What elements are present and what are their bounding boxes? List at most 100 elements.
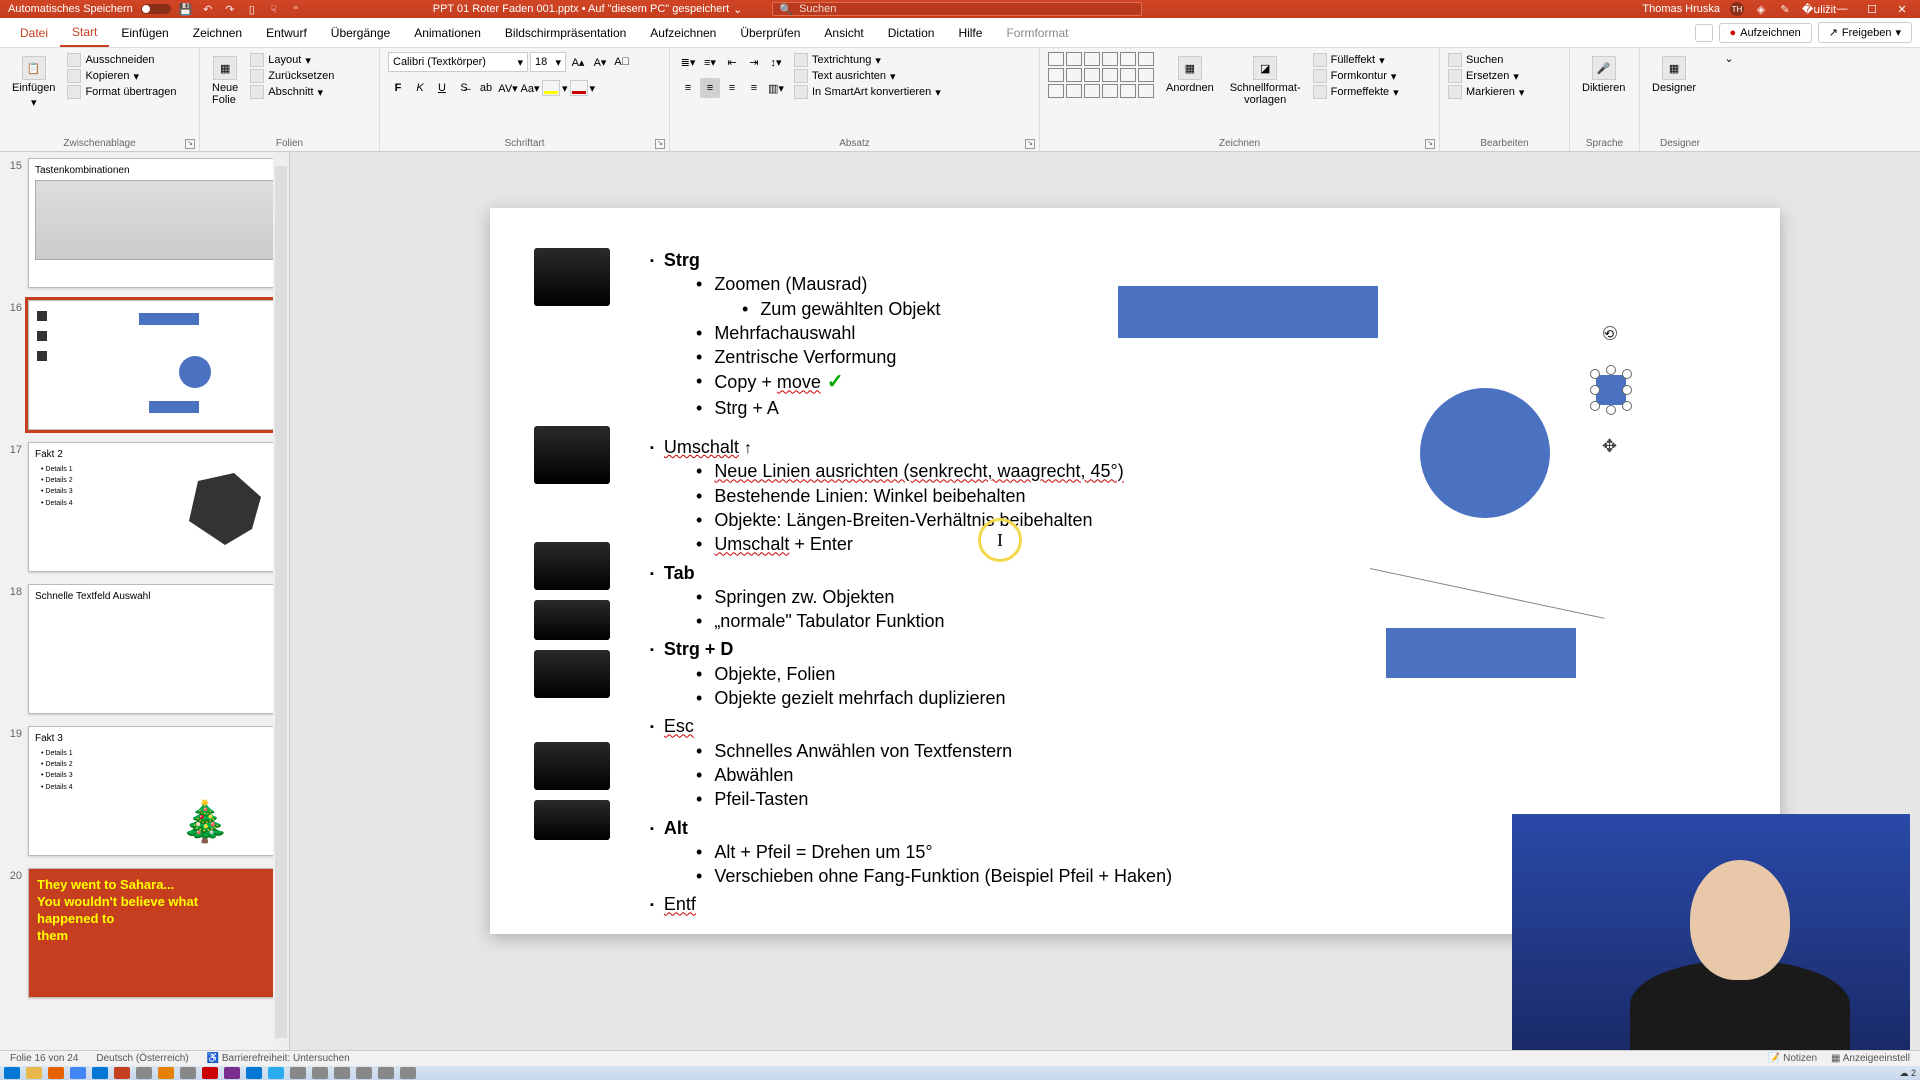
align-center-button[interactable]: ≡ <box>700 78 720 98</box>
align-right-button[interactable]: ≡ <box>722 78 742 98</box>
taskbar-app-icon[interactable] <box>400 1067 416 1079</box>
select-button[interactable]: Markieren▾ <box>1448 84 1524 100</box>
tab-entwurf[interactable]: Entwurf <box>254 20 319 46</box>
thumb-slide-20[interactable]: They went to Sahara...You wouldn't belie… <box>28 868 281 998</box>
quickstyles-button[interactable]: ◪Schnellformat- vorlagen <box>1226 52 1305 110</box>
pen-icon[interactable]: ✎ <box>1778 2 1792 16</box>
thumb-slide-15[interactable]: Tastenkombinationen <box>28 158 281 288</box>
taskbar-app-icon[interactable] <box>356 1067 372 1079</box>
align-text-button[interactable]: Text ausrichten▾ <box>794 68 941 84</box>
thumb-slide-16[interactable] <box>28 300 281 430</box>
increase-font-icon[interactable]: A▴ <box>568 52 588 72</box>
format-painter-button[interactable]: Format übertragen <box>67 84 176 100</box>
resize-handle[interactable] <box>1622 385 1632 395</box>
taskbar-app-icon[interactable] <box>202 1067 218 1079</box>
spacing-button[interactable]: AV▾ <box>498 78 518 98</box>
resize-handle[interactable] <box>1622 401 1632 411</box>
underline-button[interactable]: U <box>432 78 452 98</box>
bullets-button[interactable]: ≣▾ <box>678 52 698 72</box>
case-button[interactable]: Aa▾ <box>520 78 540 98</box>
rotate-handle[interactable]: ⟲ <box>1603 326 1617 340</box>
taskbar-app-icon[interactable] <box>312 1067 328 1079</box>
window-options-icon[interactable]: �սližit <box>1802 3 1822 16</box>
diamond-icon[interactable]: ◈ <box>1754 2 1768 16</box>
thumb-slide-17[interactable]: Fakt 2 • Details 1• Details 2• Details 3… <box>28 442 281 572</box>
draw-launcher[interactable]: ↘ <box>1425 139 1435 149</box>
shape-fill-button[interactable]: Fülleffekt▾ <box>1313 52 1399 68</box>
indent-button[interactable]: ⇥ <box>744 52 764 72</box>
comments-icon[interactable] <box>1695 24 1713 42</box>
redo-icon[interactable]: ↷ <box>223 2 237 16</box>
align-left-button[interactable]: ≡ <box>678 78 698 98</box>
record-button[interactable]: ●Aufzeichnen <box>1719 23 1812 43</box>
clipboard-launcher[interactable]: ↘ <box>185 139 195 149</box>
taskbar-vlc-icon[interactable] <box>158 1067 174 1079</box>
resize-handle[interactable] <box>1590 385 1600 395</box>
status-language[interactable]: Deutsch (Österreich) <box>96 1053 188 1064</box>
qat-more-icon[interactable]: ⁼ <box>289 2 303 16</box>
user-name[interactable]: Thomas Hruska <box>1642 3 1720 15</box>
numbering-button[interactable]: ≡▾ <box>700 52 720 72</box>
outdent-button[interactable]: ⇤ <box>722 52 742 72</box>
status-accessibility[interactable]: ♿ Barrierefreiheit: Untersuchen <box>207 1053 350 1064</box>
replace-button[interactable]: Ersetzen▾ <box>1448 68 1524 84</box>
taskbar-explorer-icon[interactable] <box>26 1067 42 1079</box>
italic-button[interactable]: K <box>410 78 430 98</box>
taskbar-app-icon[interactable] <box>378 1067 394 1079</box>
taskbar-outlook-icon[interactable] <box>92 1067 108 1079</box>
taskbar[interactable]: ☁ 2 <box>0 1066 1920 1080</box>
tab-ueberpruefen[interactable]: Überprüfen <box>728 20 812 46</box>
thumb-slide-18[interactable]: Schnelle Textfeld Auswahl <box>28 584 281 714</box>
status-notes[interactable]: 📝 Notizen <box>1768 1053 1817 1064</box>
tab-dictation[interactable]: Dictation <box>876 20 947 46</box>
cut-button[interactable]: Ausschneiden <box>67 52 176 68</box>
shape-outline-button[interactable]: Formkontur▾ <box>1313 68 1399 84</box>
dictate-button[interactable]: 🎤Diktieren <box>1578 52 1629 98</box>
touch-icon[interactable]: ☟ <box>267 2 281 16</box>
linespace-button[interactable]: ↕▾ <box>766 52 786 72</box>
resize-handle[interactable] <box>1590 401 1600 411</box>
layout-button[interactable]: Layout▾ <box>250 52 334 68</box>
shapes-gallery[interactable] <box>1048 52 1154 98</box>
highlight-color-button[interactable] <box>542 80 560 96</box>
thumb-scrollbar[interactable] <box>273 152 289 1052</box>
font-size-select[interactable]: 18▾ <box>530 52 566 72</box>
resize-handle[interactable] <box>1606 405 1616 415</box>
slide-thumbnails[interactable]: 15 Tastenkombinationen 16 17 Fakt 2 • De… <box>0 152 290 1052</box>
decrease-font-icon[interactable]: A▾ <box>590 52 610 72</box>
taskbar-onenote-icon[interactable] <box>224 1067 240 1079</box>
taskbar-app-icon[interactable] <box>334 1067 350 1079</box>
minimize-icon[interactable]: — <box>1832 3 1852 15</box>
shape-line[interactable] <box>1370 568 1605 619</box>
tab-hilfe[interactable]: Hilfe <box>946 20 994 46</box>
shape-rectangle-2[interactable] <box>1386 628 1576 678</box>
justify-button[interactable]: ≡ <box>744 78 764 98</box>
smartart-button[interactable]: In SmartArt konvertieren▾ <box>794 84 941 100</box>
taskbar-app-icon[interactable] <box>290 1067 306 1079</box>
search-box[interactable]: 🔍 Suchen <box>772 2 1142 16</box>
tab-start[interactable]: Start <box>60 19 109 47</box>
taskbar-visio-icon[interactable] <box>246 1067 262 1079</box>
tab-einfuegen[interactable]: Einfügen <box>109 20 180 46</box>
para-launcher[interactable]: ↘ <box>1025 139 1035 149</box>
tab-zeichnen[interactable]: Zeichnen <box>181 20 254 46</box>
save-icon[interactable]: 💾 <box>179 2 193 16</box>
close-icon[interactable]: ✕ <box>1892 3 1912 16</box>
section-button[interactable]: Abschnitt▾ <box>250 84 334 100</box>
weather-icon[interactable]: ☁ 2 <box>1899 1068 1916 1079</box>
taskbar-app-icon[interactable] <box>180 1067 196 1079</box>
resize-handle[interactable] <box>1622 369 1632 379</box>
maximize-icon[interactable]: ☐ <box>1862 3 1882 16</box>
status-display[interactable]: ▦ Anzeigeeinstell <box>1831 1053 1910 1064</box>
tab-formformat[interactable]: Formformat <box>994 20 1080 46</box>
taskbar-chrome-icon[interactable] <box>70 1067 86 1079</box>
text-direction-button[interactable]: Textrichtung▾ <box>794 52 941 68</box>
slide-text[interactable]: Strg Zoomen (Mausrad) Zum gewählten Obje… <box>650 244 1172 917</box>
shadow-button[interactable]: ab <box>476 78 496 98</box>
font-launcher[interactable]: ↘ <box>655 139 665 149</box>
tab-bildschirm[interactable]: Bildschirmpräsentation <box>493 20 638 46</box>
start-button[interactable] <box>4 1067 20 1079</box>
taskbar-powerpoint-icon[interactable] <box>114 1067 130 1079</box>
copy-button[interactable]: Kopieren▾ <box>67 68 176 84</box>
bold-button[interactable]: F <box>388 78 408 98</box>
